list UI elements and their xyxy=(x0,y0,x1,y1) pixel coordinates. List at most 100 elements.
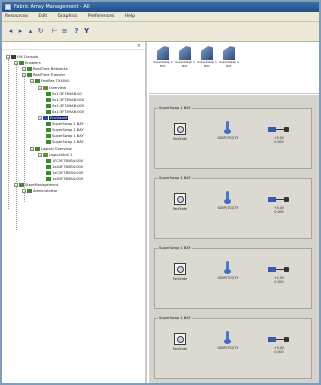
tree-node-label: 0x1:3F789AB:000 xyxy=(52,103,85,108)
temperature-label: SDVP(TCS)TY xyxy=(217,346,239,350)
temperature-status[interactable]: SDVP(TCS)TY xyxy=(213,191,243,210)
power-plug-icon xyxy=(268,194,290,204)
power-reading: 0.000 xyxy=(274,140,284,144)
temperature-status[interactable]: SDVP(TCS)TY xyxy=(213,121,243,140)
arrow-right-icon[interactable]: ▸ xyxy=(16,27,25,36)
tree-node-label: Logical Overview xyxy=(41,146,72,151)
power-status[interactable]: +5.0V 0.000 xyxy=(265,264,293,284)
fan-status[interactable]: Fan0rate xyxy=(169,263,191,281)
device-tile[interactable]: SuperSwap 1 BAY xyxy=(175,46,195,80)
expand-toggle-icon[interactable]: − xyxy=(6,55,10,59)
power-status[interactable]: +5.0V 0.000 xyxy=(265,124,293,144)
tree-node-label: Enclosure xyxy=(49,116,69,120)
tree-node[interactable]: SuperSwap 1 BAY xyxy=(46,121,84,127)
tree-node[interactable]: − Enablers xyxy=(14,60,41,66)
expand-toggle-icon[interactable]: − xyxy=(14,61,18,66)
list-icon[interactable]: ≡ xyxy=(60,27,69,36)
tree-node[interactable]: 0x1:3F789AB:00 xyxy=(46,91,82,97)
menu-graphics[interactable]: Graphics xyxy=(58,14,78,19)
expand-toggle-icon[interactable]: − xyxy=(14,183,18,188)
temperature-status[interactable]: SDVP(TCS)TY xyxy=(213,261,243,280)
tree-node-label: SuperSwap 1 BAY xyxy=(52,128,84,133)
device-tile[interactable]: SuperSwap 1 BAY xyxy=(219,46,239,80)
temperature-label: SDVP(TCS)TY xyxy=(217,206,239,210)
tree-node[interactable]: − FastRes TX4000 xyxy=(30,78,70,84)
question-icon[interactable]: ? xyxy=(72,27,81,36)
device-tile[interactable]: SuperSwap 1 BAY xyxy=(153,46,173,80)
expand-toggle-icon[interactable]: − xyxy=(22,67,26,72)
tree-node-icon xyxy=(19,61,24,66)
tree-node-label: 1xA5F7B0B4:000 xyxy=(52,177,84,181)
expand-toggle-icon[interactable]: − xyxy=(38,116,42,120)
tree-node-icon xyxy=(46,103,51,108)
tree-node-label: 1FC5F7B0B4:000 xyxy=(52,158,84,163)
tree-node[interactable]: − Logical Overview xyxy=(30,146,72,152)
tree-node-label: FastRes TX4000 xyxy=(41,79,70,84)
expand-toggle-icon[interactable]: − xyxy=(38,85,42,90)
tree-node[interactable]: − Enclosure xyxy=(38,115,69,121)
expand-toggle-icon[interactable]: − xyxy=(22,189,26,194)
tree-node-label: 1xA4F7B0B4:000 xyxy=(52,164,84,169)
tree-node-icon xyxy=(35,146,40,151)
tree-node-icon xyxy=(46,128,51,133)
tree-node[interactable]: − Administrator xyxy=(22,188,58,194)
menu-resources[interactable]: Resources xyxy=(5,14,28,19)
tree-node[interactable]: SuperSwap 1 BAY xyxy=(46,127,84,133)
group-title: SuperSwap 1 BAY xyxy=(158,106,192,110)
tree-connector xyxy=(8,59,9,209)
tree-icon[interactable]: ⊢ xyxy=(50,27,59,36)
tree-node[interactable]: 0x1:3F789AB:000 xyxy=(46,97,84,103)
expand-toggle-icon[interactable]: − xyxy=(38,152,42,157)
menu-help[interactable]: Help xyxy=(125,14,135,19)
detail-pane: SuperSwap 1 BAY SuperSwap 1 BAY SuperSwa… xyxy=(149,42,319,383)
tree-node-label: 0x1:3F789AB:000 xyxy=(52,109,85,114)
refresh-icon[interactable]: ↻ xyxy=(36,27,45,36)
fan-icon xyxy=(174,123,186,135)
tree-node-label: 0x1:3F789AB:000 xyxy=(52,97,85,102)
device-tile[interactable]: SuperSwap 1 BAY xyxy=(197,46,217,80)
tree-node[interactable]: SuperSwap 1 BAY xyxy=(46,139,84,145)
menu-edit[interactable]: Edit xyxy=(38,14,47,19)
temperature-label: SDVP(TCS)TY xyxy=(217,276,239,280)
tree-node-icon xyxy=(46,164,51,169)
tree-node[interactable]: − StoreManagement xyxy=(14,182,58,188)
expand-toggle-icon[interactable]: − xyxy=(22,73,26,78)
thermometer-icon xyxy=(221,191,235,204)
tree-node-label: Hill Console xyxy=(17,55,39,59)
fan-status[interactable]: Fan0rate xyxy=(169,123,191,141)
power-reading: 0.000 xyxy=(274,210,284,214)
tree-node[interactable]: − Overview xyxy=(38,85,66,91)
arrow-left-icon[interactable]: ◂ xyxy=(6,27,15,36)
tree-node[interactable]: 0x1:3F789AB:000 xyxy=(46,109,84,115)
device-group: SuperSwap 1 BAY Fan0rate SDVP(TCS)TY +5.… xyxy=(154,176,312,239)
tree-node[interactable]: 1xA4F7B0B4:000 xyxy=(46,164,83,170)
tree-node[interactable]: 0x1:3F789AB:000 xyxy=(46,103,84,109)
tree-node[interactable]: 1xA5F7B0B4:000 xyxy=(46,176,83,182)
fan-icon xyxy=(174,263,186,275)
power-status[interactable]: +5.0V 0.000 xyxy=(265,194,293,214)
device-label: SuperSwap 1 BAY xyxy=(197,60,217,68)
tree-node[interactable]: − LogicalUnit 1 xyxy=(38,152,72,158)
filter-icon[interactable]: Y xyxy=(82,27,91,36)
power-status[interactable]: +5.0V 0.000 xyxy=(265,334,293,354)
menu-bar: Resources Edit Graphics Preferences Help xyxy=(2,12,319,22)
expand-toggle-icon[interactable]: − xyxy=(30,79,34,84)
expand-toggle-icon[interactable]: − xyxy=(30,146,34,151)
tree-node[interactable]: 1FC5F7B0B4:000 xyxy=(46,158,83,164)
tree-node[interactable]: − RealTime Networks xyxy=(22,66,68,72)
tree-node[interactable]: SuperSwap 1 BAY xyxy=(46,133,84,139)
window-title: Fabric Array Management - All xyxy=(14,4,90,10)
tree-node-icon xyxy=(46,158,51,163)
fan-status[interactable]: Fan0rate xyxy=(169,333,191,351)
fan-status[interactable]: Fan0rate xyxy=(169,193,191,211)
arrow-up-icon[interactable]: ▴ xyxy=(26,27,35,36)
group-title: SuperSwap 1 BAY xyxy=(158,316,192,320)
tree-node[interactable]: − Hill Console xyxy=(6,54,38,60)
temperature-status[interactable]: SDVP(TCS)TY xyxy=(213,331,243,350)
tree-node[interactable]: 1xC5F7B0B4:000 xyxy=(46,170,83,176)
menu-preferences[interactable]: Preferences xyxy=(88,14,114,19)
tree-node-icon xyxy=(27,189,32,194)
pin-icon[interactable]: × xyxy=(137,43,141,49)
tree-node[interactable]: − RealTime Transfer xyxy=(22,72,65,78)
thermometer-icon xyxy=(221,331,235,344)
